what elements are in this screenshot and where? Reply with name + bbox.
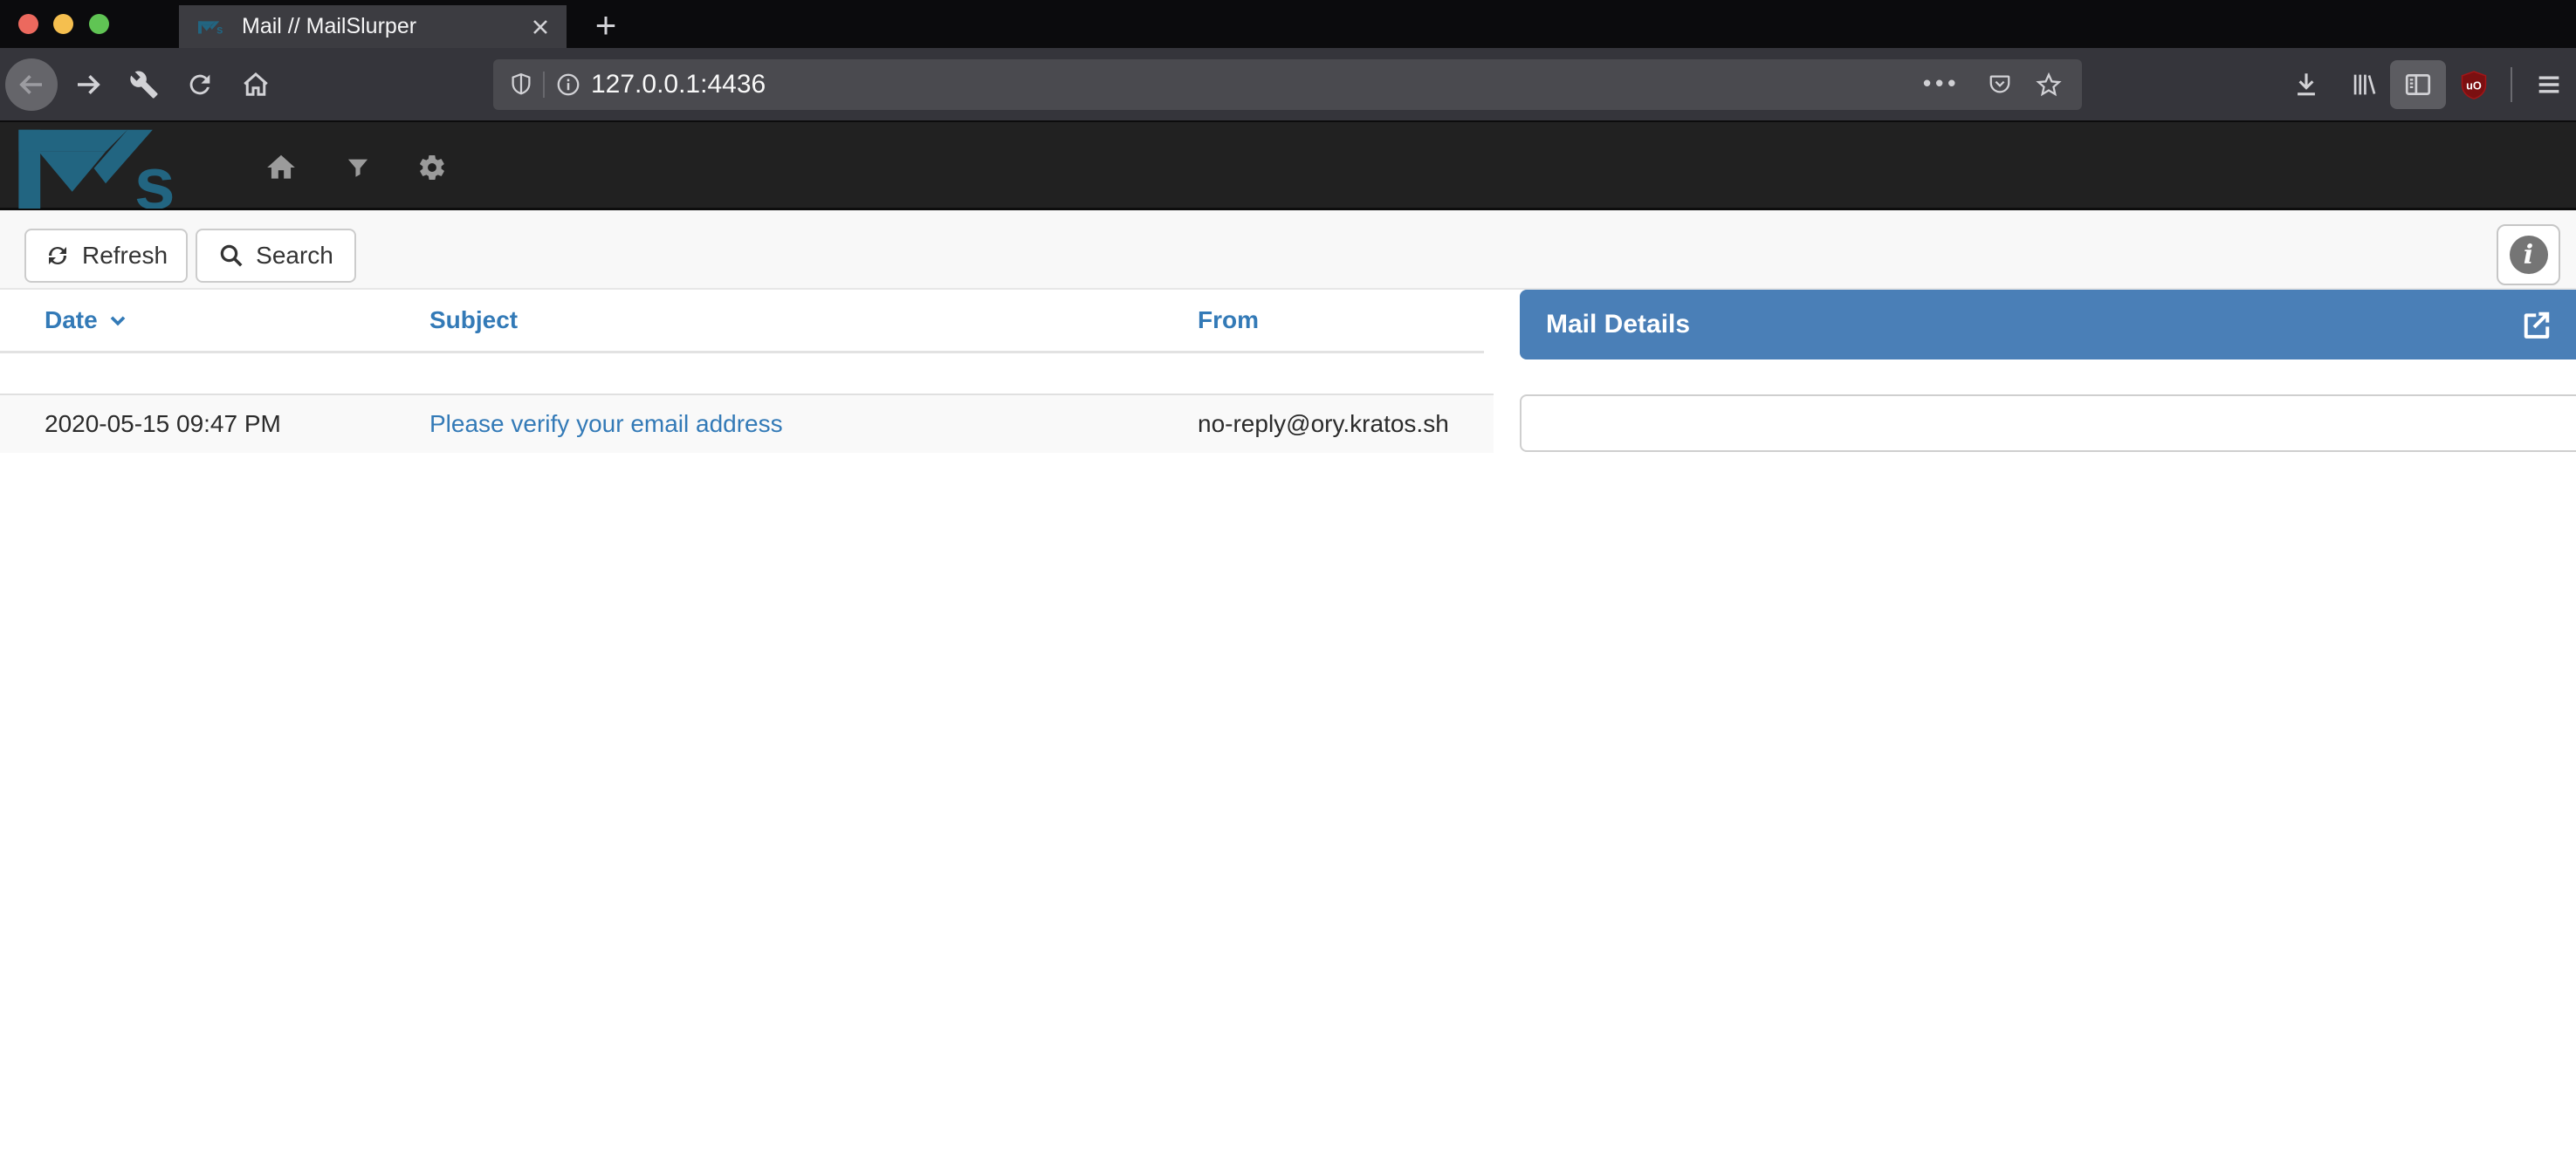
mailslurper-favicon-icon — [198, 20, 230, 34]
tracking-protection-shield-icon[interactable] — [507, 71, 535, 99]
browser-tab[interactable]: Mail // MailSlurper — [179, 5, 567, 48]
window-minimize-button[interactable] — [53, 14, 73, 34]
nav-settings-button[interactable] — [416, 151, 449, 184]
site-info-icon[interactable] — [554, 71, 582, 99]
urlbar-divider — [543, 72, 545, 98]
column-header-subject[interactable]: Subject — [429, 290, 518, 351]
home-button[interactable] — [240, 69, 271, 100]
home-icon — [240, 69, 271, 100]
page-actions-icon[interactable]: ••• — [1923, 59, 1960, 110]
url-bar[interactable]: 127.0.0.1:4436 ••• — [493, 59, 2082, 110]
forward-arrow-icon — [72, 69, 104, 100]
back-button[interactable] — [5, 58, 58, 111]
refresh-icon — [45, 243, 71, 269]
ublock-origin-button[interactable]: uO — [2458, 69, 2490, 100]
app-toolbar: Refresh Search i — [0, 210, 2576, 290]
refresh-button-label: Refresh — [82, 242, 168, 270]
tab-title: Mail // MailSlurper — [242, 14, 523, 39]
sort-descending-icon — [106, 309, 129, 332]
tab-bar: Mail // MailSlurper + — [0, 0, 2576, 48]
reload-icon — [185, 70, 215, 99]
external-link-icon — [2520, 308, 2553, 341]
menu-button[interactable] — [2531, 69, 2566, 100]
wrench-icon — [129, 70, 159, 99]
mail-details-header: Mail Details — [1520, 290, 2576, 359]
main-content: Date Subject From 2020-05-15 09:47 PM Pl… — [0, 290, 2576, 1157]
mail-date: 2020-05-15 09:47 PM — [45, 395, 281, 453]
info-icon: i — [2510, 236, 2548, 274]
mail-table-header: Date Subject From — [0, 290, 1484, 353]
library-icon — [2349, 70, 2379, 99]
info-button[interactable]: i — [2497, 224, 2560, 285]
hamburger-icon — [2534, 70, 2564, 99]
wrench-button[interactable] — [128, 69, 160, 100]
new-tab-button[interactable]: + — [587, 5, 625, 48]
library-button[interactable] — [2348, 69, 2380, 100]
nav-home-icon — [264, 151, 298, 184]
toolbar-divider — [2511, 67, 2512, 102]
nav-filter-button[interactable] — [342, 152, 374, 183]
url-text[interactable]: 127.0.0.1:4436 — [591, 59, 766, 110]
bookmark-star-icon[interactable] — [2035, 71, 2063, 99]
reload-button[interactable] — [184, 69, 216, 100]
browser-window: Mail // MailSlurper + — [0, 0, 2576, 1157]
search-button-label: Search — [256, 242, 333, 270]
tab-close-icon[interactable] — [530, 17, 551, 38]
svg-text:uO: uO — [2466, 79, 2482, 92]
downloads-button[interactable] — [2291, 69, 2322, 100]
open-in-new-window-button[interactable] — [2520, 308, 2553, 341]
search-icon — [218, 243, 244, 269]
sidebar-toggle-button[interactable] — [2390, 60, 2446, 109]
nav-home-button[interactable] — [264, 150, 299, 185]
mail-details-body — [1520, 394, 2576, 452]
back-arrow-icon — [16, 69, 47, 100]
mail-table-row[interactable]: 2020-05-15 09:47 PM Please verify your e… — [0, 394, 1494, 453]
filter-funnel-icon — [346, 155, 370, 180]
mail-subject-link[interactable]: Please verify your email address — [429, 395, 783, 453]
mail-from: no-reply@ory.kratos.sh — [1198, 395, 1449, 453]
refresh-button[interactable]: Refresh — [24, 229, 188, 283]
column-header-date[interactable]: Date — [45, 290, 129, 351]
window-zoom-button[interactable] — [89, 14, 109, 34]
search-button[interactable]: Search — [196, 229, 356, 283]
sidebar-icon — [2403, 70, 2433, 99]
forward-button[interactable] — [72, 69, 104, 100]
app-navbar — [0, 122, 2576, 210]
window-close-button[interactable] — [18, 14, 38, 34]
column-header-from[interactable]: From — [1198, 290, 1259, 351]
pocket-icon[interactable] — [1986, 71, 2014, 99]
download-icon — [2291, 70, 2321, 99]
ublock-shield-icon: uO — [2458, 69, 2490, 100]
mailslurper-logo — [17, 125, 218, 209]
gear-icon — [417, 153, 447, 182]
browser-toolbar: 127.0.0.1:4436 ••• — [0, 48, 2576, 122]
mail-details-title: Mail Details — [1546, 310, 1690, 339]
